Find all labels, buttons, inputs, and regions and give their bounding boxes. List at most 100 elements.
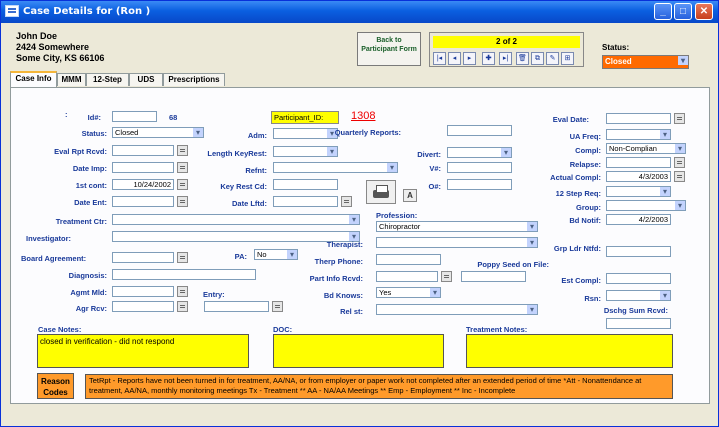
step-req-select[interactable] [606, 186, 671, 197]
group-select[interactable] [606, 200, 686, 211]
eval-date-label: Eval Date: [552, 115, 589, 124]
calendar-icon[interactable] [341, 196, 352, 207]
part-info-rcvd-field[interactable] [376, 271, 438, 282]
rel-st-label: Rel st: [340, 307, 363, 316]
calendar-icon[interactable] [441, 271, 452, 282]
tab-case-info[interactable]: Case Info [10, 71, 57, 87]
grp-ldr-ntfd-field[interactable] [606, 246, 671, 257]
therapist-select[interactable] [376, 237, 538, 248]
add-record-icon[interactable]: ⊞ [561, 52, 574, 65]
first-record-icon[interactable]: |◂ [433, 52, 446, 65]
calendar-icon[interactable] [177, 301, 188, 312]
est-compl-field[interactable] [606, 273, 671, 284]
doc-field[interactable] [273, 334, 444, 368]
calendar-icon[interactable] [177, 286, 188, 297]
poppy-seed-label: Poppy Seed on File: [477, 260, 549, 269]
tab-prescriptions[interactable]: Prescriptions [163, 73, 225, 86]
treatment-notes-field[interactable] [466, 334, 673, 368]
next-record-icon[interactable]: ▸ [463, 52, 476, 65]
tab-uds[interactable]: UDS [129, 73, 163, 86]
entry-field[interactable] [204, 301, 269, 312]
calendar-icon[interactable] [674, 113, 685, 124]
date-ent-field[interactable] [112, 196, 174, 207]
grp-ldr-ntfd-label: Grp Ldr Ntfd: [553, 244, 601, 253]
calendar-icon[interactable] [177, 162, 188, 173]
compl-select[interactable]: Non-Complian [606, 143, 686, 154]
status-select[interactable]: Closed [602, 55, 689, 69]
group-label: Group: [576, 203, 601, 212]
eval-rpt-rcvd-field[interactable] [112, 145, 174, 156]
participant-address: John Doe 2424 Somewhere Some City, KS 66… [16, 31, 104, 64]
calendar-icon[interactable] [272, 301, 283, 312]
calendar-icon[interactable] [674, 157, 685, 168]
rsn-select[interactable] [606, 290, 671, 301]
maximize-button[interactable]: □ [674, 3, 692, 20]
actual-compl-field[interactable]: 4/3/2003 [606, 171, 671, 182]
dschg-sum-rcvd-label: Dschg Sum Rcvd: [603, 306, 668, 315]
diagnosis-field[interactable] [112, 269, 256, 280]
close-button[interactable]: ✕ [695, 3, 713, 20]
ua-freq-select[interactable] [606, 129, 671, 140]
date-ent-label: Date Ent: [74, 198, 107, 207]
key-rest-cd-label: Key Rest Cd: [220, 182, 267, 191]
printer-icon[interactable] [366, 180, 396, 204]
bd-knows-select[interactable]: Yes [376, 287, 441, 298]
v-number-field[interactable] [447, 162, 512, 173]
participant-id-value[interactable]: 1308 [351, 110, 375, 122]
dschg-sum-rcvd-field[interactable] [606, 318, 671, 329]
rsn-label: Rsn: [584, 294, 601, 303]
tab-12-step[interactable]: 12-Step [86, 73, 129, 86]
quarterly-reports-field[interactable] [447, 125, 512, 136]
id-label: Id#: [87, 113, 101, 122]
profession-label: Profession: [376, 211, 418, 220]
last-record-icon[interactable]: ▸| [499, 52, 512, 65]
agmt-mld-field[interactable] [112, 286, 174, 297]
pa-select[interactable]: No [254, 249, 298, 260]
header: John Doe 2424 Somewhere Some City, KS 66… [2, 23, 717, 71]
treatment-ctr-select[interactable] [112, 214, 360, 225]
format-icon[interactable]: A [403, 189, 417, 202]
calendar-icon[interactable] [177, 179, 188, 190]
delete-icon[interactable]: 🗑 [516, 52, 529, 65]
minimize-button[interactable]: _ [654, 3, 672, 20]
window-title: Case Details for (Ron ) [23, 6, 151, 17]
case-notes-field[interactable]: closed in verification - did not respond [37, 334, 249, 368]
new-record-icon[interactable]: ✚ [482, 52, 495, 65]
date-lftd-field[interactable] [273, 196, 338, 207]
o-number-field[interactable] [447, 179, 512, 190]
calendar-icon[interactable] [674, 171, 685, 182]
eval-date-field[interactable] [606, 113, 671, 124]
rel-st-select[interactable] [376, 304, 538, 315]
record-counter: 2 of 2 [433, 36, 580, 48]
prev-record-icon[interactable]: ◂ [448, 52, 461, 65]
divert-label: Divert: [417, 150, 441, 159]
agr-rcv-field[interactable] [112, 301, 174, 312]
eval-rpt-rcvd-label: Eval Rpt Rcvd: [54, 147, 107, 156]
participant-id-field: Participant_ID: [271, 111, 339, 124]
copy-icon[interactable]: ⧉ [531, 52, 544, 65]
record-navigator: 2 of 2 |◂ ◂ ▸ ✚ ▸| 🗑 ⧉ ✎ ⊞ [429, 32, 584, 67]
id-number: 68 [169, 113, 178, 122]
board-agreement-field[interactable] [112, 252, 174, 263]
v-number-label: V#: [429, 164, 441, 173]
status-field[interactable]: Closed [112, 127, 204, 138]
reason-codes-button[interactable]: Reason Codes [37, 373, 74, 399]
length-keyrest-select[interactable] [273, 146, 338, 157]
edit-icon[interactable]: ✎ [546, 52, 559, 65]
refnt-select[interactable] [273, 162, 398, 173]
participant-name: John Doe [16, 31, 58, 41]
calendar-icon[interactable] [177, 252, 188, 263]
tab-mmm[interactable]: MMM [57, 73, 86, 86]
step-req-label: 12 Step Req: [555, 189, 601, 198]
divert-select[interactable] [447, 147, 512, 158]
bd-notif-field[interactable]: 4/2/2003 [606, 214, 671, 225]
first-cont-field[interactable]: 10/24/2002 [112, 179, 174, 190]
key-rest-cd-field[interactable] [273, 179, 338, 190]
date-imp-field[interactable] [112, 162, 174, 173]
calendar-icon[interactable] [177, 196, 188, 207]
relapse-field[interactable] [606, 157, 671, 168]
therp-phone-field[interactable] [376, 254, 441, 265]
address-line-1: 2424 Somewhere [16, 42, 90, 52]
id-field[interactable] [112, 111, 157, 122]
back-to-participant-button[interactable]: Back to Participant Form [357, 32, 421, 66]
